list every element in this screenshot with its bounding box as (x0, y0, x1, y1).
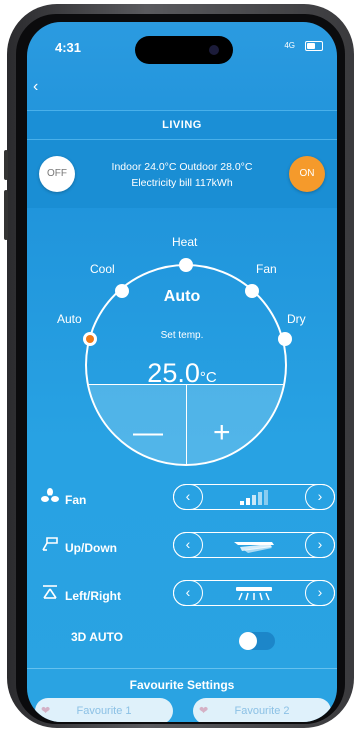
leftright-label: Left/Right (41, 584, 121, 603)
info-bar: OFF Indoor 24.0°C Outdoor 28.0°C Electri… (27, 140, 337, 208)
auto3d-toggle[interactable] (239, 632, 275, 650)
status-bar: 4:31 4G (27, 22, 337, 72)
mode-label-dry: Dry (287, 312, 306, 326)
status-time: 4:31 (55, 40, 82, 55)
mode-label-fan: Fan (256, 262, 277, 276)
increase-temp-button[interactable]: + (213, 418, 231, 448)
leftright-control: ‹ › (173, 580, 335, 606)
fan-icon (41, 488, 61, 507)
fan-row: Fan ‹ › (27, 480, 337, 516)
set-temp-value: 25.0°C (27, 358, 337, 389)
vane-leftright-icon (41, 584, 61, 603)
dynamic-island (135, 36, 233, 64)
phone-side-button (4, 150, 8, 180)
title-bar: LIVING (27, 110, 337, 140)
favourite-settings-title: Favourite Settings (129, 678, 235, 692)
leftright-label-text: Left/Right (65, 589, 121, 603)
decrease-temp-button[interactable]: — (133, 418, 163, 448)
back-button[interactable]: ‹ (33, 78, 38, 96)
current-mode: Auto (163, 288, 201, 305)
updown-label: Up/Down (41, 536, 117, 555)
favourite-2-label: Favourite 2 (234, 705, 290, 717)
vane-updown-icon (41, 536, 61, 555)
app-screen: 4:31 4G ‹ LIVING OFF Indoor 24.0°C Outdo… (27, 22, 337, 722)
electricity-bill: Electricity bill 117kWh (131, 177, 233, 189)
updown-next-button[interactable]: › (305, 532, 335, 558)
updown-louver-icon (210, 538, 298, 559)
battery-icon (305, 41, 323, 51)
updown-row: Up/Down ‹ › (27, 528, 337, 564)
fan-speed-control: ‹ › (173, 484, 335, 510)
favourite-2-button[interactable]: ❤ Favourite 2 (193, 698, 331, 722)
divider (27, 668, 337, 669)
auto3d-row: 3D AUTO (27, 622, 337, 658)
mode-label-heat: Heat (172, 235, 198, 249)
fan-decrease-button[interactable]: ‹ (173, 484, 203, 510)
favourite-1-button[interactable]: ❤ Favourite 1 (35, 698, 173, 722)
fan-label: Fan (41, 488, 86, 507)
phone-side-button (4, 190, 8, 240)
mode-label-cool: Cool (90, 262, 115, 276)
set-temp-label: Set temp. (160, 330, 204, 341)
mode-dot-heat[interactable] (179, 258, 193, 272)
updown-label-text: Up/Down (65, 541, 117, 555)
heart-icon: ❤ (41, 705, 51, 717)
leftright-prev-button[interactable]: ‹ (173, 580, 203, 606)
leftright-louver-icon (210, 586, 298, 607)
toggle-knob (239, 632, 257, 650)
fan-label-text: Fan (65, 493, 87, 507)
network-indicator: 4G (284, 41, 295, 50)
leftright-next-button[interactable]: › (305, 580, 335, 606)
auto3d-label: 3D AUTO (71, 630, 124, 644)
camera-icon (209, 45, 219, 55)
dial-divider (186, 384, 187, 464)
fan-increase-button[interactable]: › (305, 484, 335, 510)
on-button[interactable]: ON (289, 156, 325, 192)
temp-unit: °C (199, 369, 217, 386)
updown-control: ‹ › (173, 532, 335, 558)
temp-number: 25.0 (147, 358, 200, 388)
indoor-outdoor-temp: Indoor 24.0°C Outdoor 28.0°C (111, 161, 253, 173)
page-title: LIVING (162, 119, 202, 131)
updown-prev-button[interactable]: ‹ (173, 532, 203, 558)
fan-speed-icon (210, 490, 298, 511)
off-button[interactable]: OFF (39, 156, 75, 192)
mode-label-auto: Auto (57, 312, 82, 326)
favourite-1-label: Favourite 1 (76, 705, 132, 717)
leftright-row: Left/Right ‹ › (27, 576, 337, 612)
heart-icon: ❤ (199, 705, 209, 717)
